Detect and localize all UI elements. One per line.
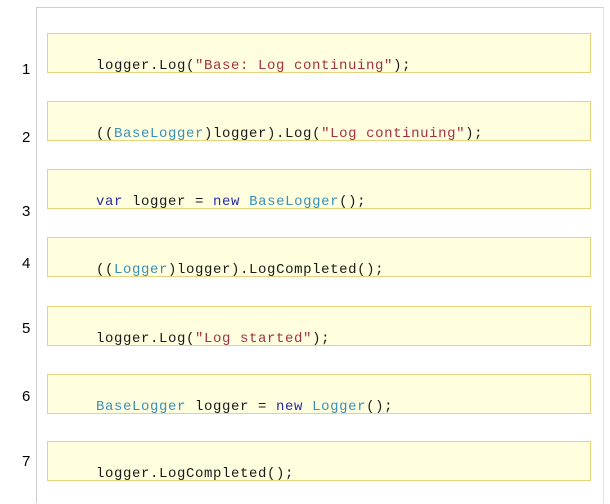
code-token: BaseLogger — [249, 194, 340, 210]
code-token: BaseLogger — [114, 126, 205, 142]
code-row-6: 6 BaseLogger logger = new Logger(); — [0, 374, 610, 415]
code-token: logger.Log( — [96, 58, 196, 74]
code-row-5: 5 logger.Log("Log started"); — [0, 306, 610, 347]
code-token: Logger — [114, 262, 169, 278]
code-token: )logger).LogCompleted(); — [168, 262, 385, 278]
code-token: (); — [339, 194, 367, 210]
code-token: new — [276, 399, 304, 415]
code-snippet-box[interactable]: BaseLogger logger = new Logger(); — [47, 374, 591, 415]
code-row-2: 2 ((BaseLogger)logger).Log("Log continui… — [0, 101, 610, 146]
row-number: 2 — [22, 129, 31, 146]
code-token: (); — [366, 399, 394, 415]
row-number: 3 — [22, 203, 31, 220]
code-snippet-box[interactable]: var logger = new BaseLogger(); — [47, 169, 591, 210]
code-token: ); — [393, 58, 412, 74]
code-token: "Log continuing" — [321, 126, 466, 142]
code-token: "Base: Log continuing" — [195, 58, 394, 74]
code-token: Logger — [312, 399, 367, 415]
code-row-4: 4 ((Logger)logger).LogCompleted(); — [0, 237, 610, 278]
code-token: ); — [465, 126, 484, 142]
row-number: 7 — [22, 453, 31, 470]
code-token: BaseLogger — [96, 399, 187, 415]
code-token: (( — [96, 126, 115, 142]
code-snippet-box[interactable]: ((Logger)logger).LogCompleted(); — [47, 237, 591, 278]
code-token: (( — [96, 262, 115, 278]
code-token: logger.Log( — [96, 331, 196, 347]
row-number: 1 — [22, 61, 31, 78]
code-token: )logger).Log( — [204, 126, 322, 142]
code-token: logger.LogCompleted(); — [96, 466, 295, 482]
code-token: logger = — [186, 399, 277, 415]
code-token: new — [213, 194, 241, 210]
code-snippet-box[interactable]: logger.LogCompleted(); — [47, 441, 591, 482]
code-token: "Log started" — [195, 331, 313, 347]
row-number: 4 — [22, 255, 31, 272]
code-row-7: 7 logger.LogCompleted(); — [0, 441, 610, 482]
code-token: ); — [312, 331, 331, 347]
code-snippet-box[interactable]: logger.Log("Base: Log continuing"); — [47, 33, 591, 74]
row-number: 6 — [22, 388, 31, 405]
code-token: logger = — [123, 194, 214, 210]
code-snippet-box[interactable]: ((BaseLogger)logger).Log("Log continuing… — [47, 101, 591, 142]
row-number: 5 — [22, 320, 31, 337]
code-row-3: 3 var logger = new BaseLogger(); — [0, 169, 610, 220]
code-token: var — [96, 194, 124, 210]
code-row-1: 1 logger.Log("Base: Log continuing"); — [0, 33, 610, 78]
code-snippet-box[interactable]: logger.Log("Log started"); — [47, 306, 591, 347]
